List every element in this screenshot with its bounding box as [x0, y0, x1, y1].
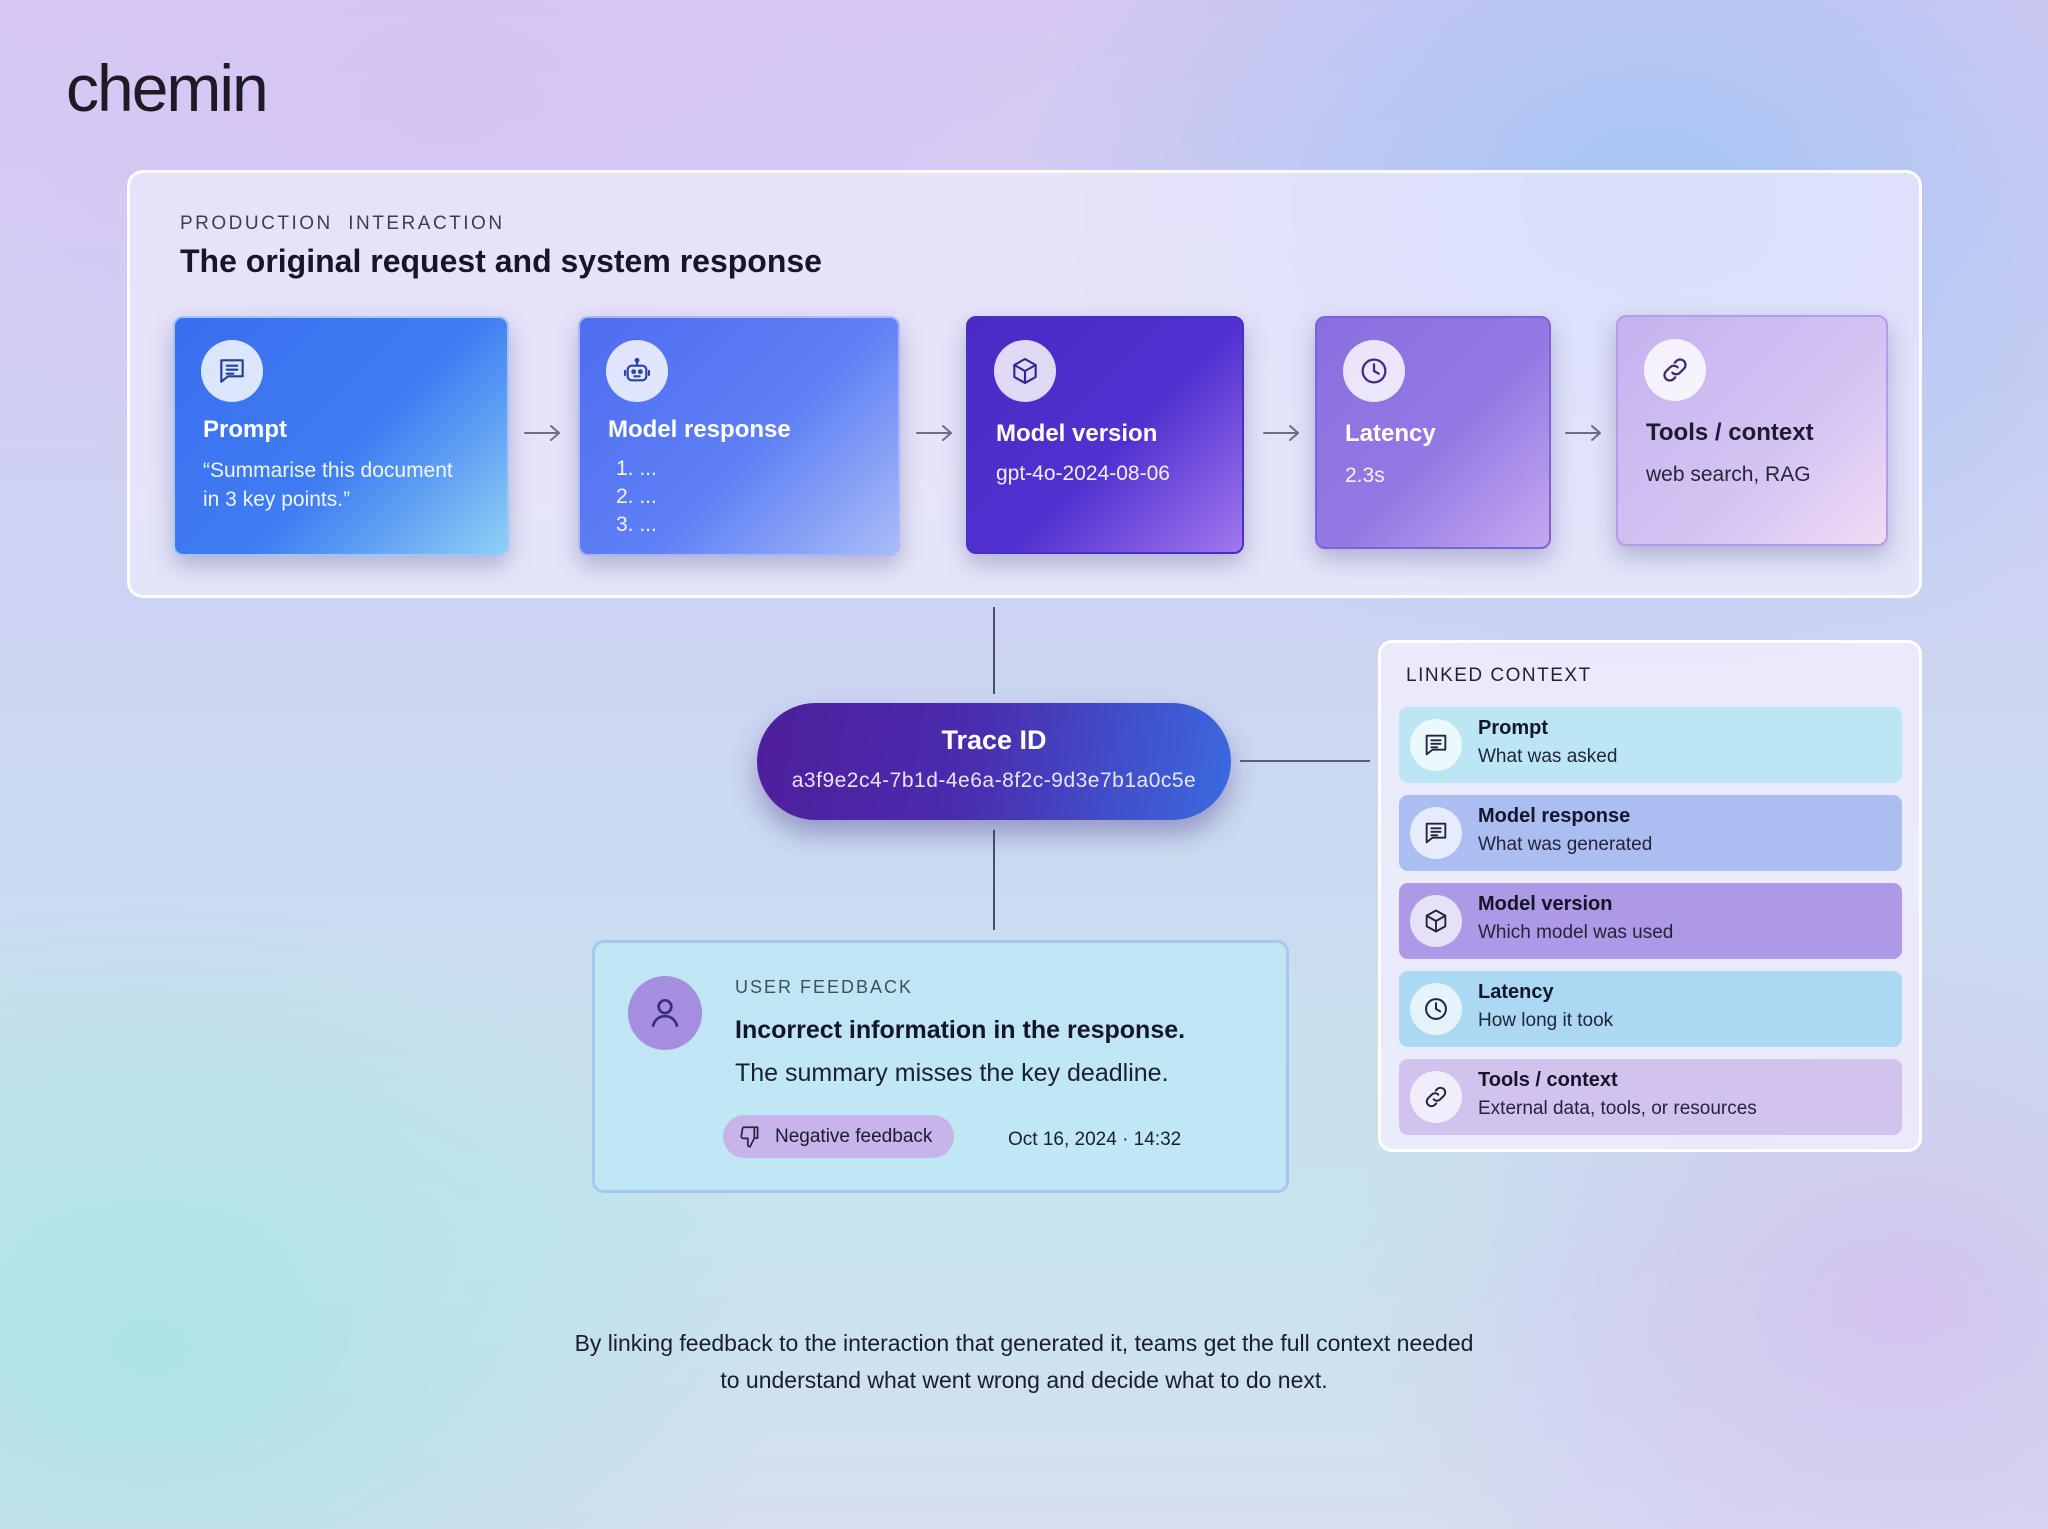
feedback-body: The summary misses the key deadline. [735, 1059, 1169, 1087]
caption-line: to understand what went wrong and decide… [720, 1367, 1328, 1393]
thumbs-down-icon [740, 1125, 759, 1148]
arrow-right-icon [1263, 425, 1299, 441]
step-body-line: “Summarise this document [203, 459, 453, 482]
chat-icon [1410, 807, 1462, 859]
feedback-title: Incorrect information in the response. [735, 1016, 1186, 1044]
step-body-line: gpt-4o-2024-08-06 [996, 462, 1170, 485]
arrow-right-icon [524, 425, 560, 441]
connector-line [1240, 760, 1370, 762]
cube-icon [1410, 895, 1462, 947]
chat-icon [1410, 719, 1462, 771]
linked-item-model-version: Model version Which model was used [1399, 883, 1902, 959]
step-tools-context: Tools / context web search, RAG [1616, 315, 1888, 546]
user-feedback-card: USER FEEDBACK Incorrect information in t… [592, 940, 1289, 1193]
link-icon [1644, 339, 1706, 401]
trace-id-value: a3f9e2c4-7b1d-4e6a-8f2c-9d3e7b1a0c5e [791, 769, 1197, 792]
linked-context-kicker: LINKED CONTEXT [1406, 665, 1592, 686]
panel-title: The original request and system response [180, 243, 822, 279]
step-model-response: Model response 1. ... 2. ... 3. ... [578, 316, 900, 556]
linked-item-prompt: Prompt What was asked [1399, 707, 1902, 783]
linked-item-model-response: Model response What was generated [1399, 795, 1902, 871]
clock-icon [1410, 983, 1462, 1035]
trace-id-pill: Trace ID a3f9e2c4-7b1d-4e6a-8f2c-9d3e7b1… [757, 703, 1231, 820]
clock-icon [1343, 340, 1405, 402]
linked-item-title: Latency [1478, 981, 1554, 1003]
linked-item-title: Model response [1478, 805, 1631, 827]
step-title: Tools / context [1646, 419, 1814, 446]
step-body-line: in 3 key points.” [203, 488, 351, 511]
step-title: Model version [996, 420, 1158, 447]
step-model-version: Model version gpt-4o-2024-08-06 [966, 316, 1244, 554]
caption-line: By linking feedback to the interaction t… [574, 1330, 1474, 1356]
trace-title: Trace ID [941, 725, 1047, 755]
linked-item-latency: Latency How long it took [1399, 971, 1902, 1047]
cube-icon [994, 340, 1056, 402]
caption: By linking feedback to the interaction t… [0, 1325, 2048, 1399]
user-icon [628, 976, 702, 1050]
feedback-kicker: USER FEEDBACK [735, 977, 914, 997]
step-body-line: 3. ... [616, 513, 657, 536]
robot-icon [606, 340, 668, 402]
linked-item-title: Tools / context [1478, 1069, 1618, 1091]
badge-label: Negative feedback [775, 1125, 933, 1147]
negative-feedback-badge: Negative feedback [723, 1115, 954, 1158]
step-title: Model response [608, 416, 791, 443]
panel-kicker: PRODUCTION INTERACTION [180, 213, 505, 234]
arrow-right-icon [1565, 425, 1601, 441]
linked-context-panel: LINKED CONTEXT Prompt What was asked Mod… [1378, 640, 1922, 1152]
step-prompt: Prompt “Summarise this document in 3 key… [173, 316, 509, 556]
step-body-line: 2.3s [1345, 464, 1385, 487]
linked-item-desc: External data, tools, or resources [1478, 1098, 1757, 1119]
chat-icon [201, 340, 263, 402]
linked-item-desc: Which model was used [1478, 922, 1674, 943]
linked-item-desc: How long it took [1478, 1010, 1614, 1031]
linked-item-title: Prompt [1478, 717, 1548, 739]
step-title: Latency [1345, 420, 1436, 447]
arrow-right-icon [916, 425, 952, 441]
step-body-line: web search, RAG [1646, 463, 1811, 486]
feedback-timestamp: Oct 16, 2024 · 14:32 [1008, 1129, 1182, 1150]
step-title: Prompt [203, 416, 287, 443]
brand-logo: chemin [66, 51, 269, 125]
link-icon [1410, 1071, 1462, 1123]
linked-item-title: Model version [1478, 893, 1613, 915]
connector-line [993, 830, 995, 930]
step-latency: Latency 2.3s [1315, 316, 1551, 549]
linked-item-desc: What was asked [1478, 746, 1618, 767]
linked-item-desc: What was generated [1478, 834, 1653, 855]
production-interaction-panel: PRODUCTION INTERACTION The original requ… [127, 170, 1922, 598]
connector-line [993, 607, 995, 694]
step-body-line: 1. ... [616, 457, 657, 480]
linked-item-tools-context: Tools / context External data, tools, or… [1399, 1059, 1902, 1135]
step-body-line: 2. ... [616, 485, 657, 508]
